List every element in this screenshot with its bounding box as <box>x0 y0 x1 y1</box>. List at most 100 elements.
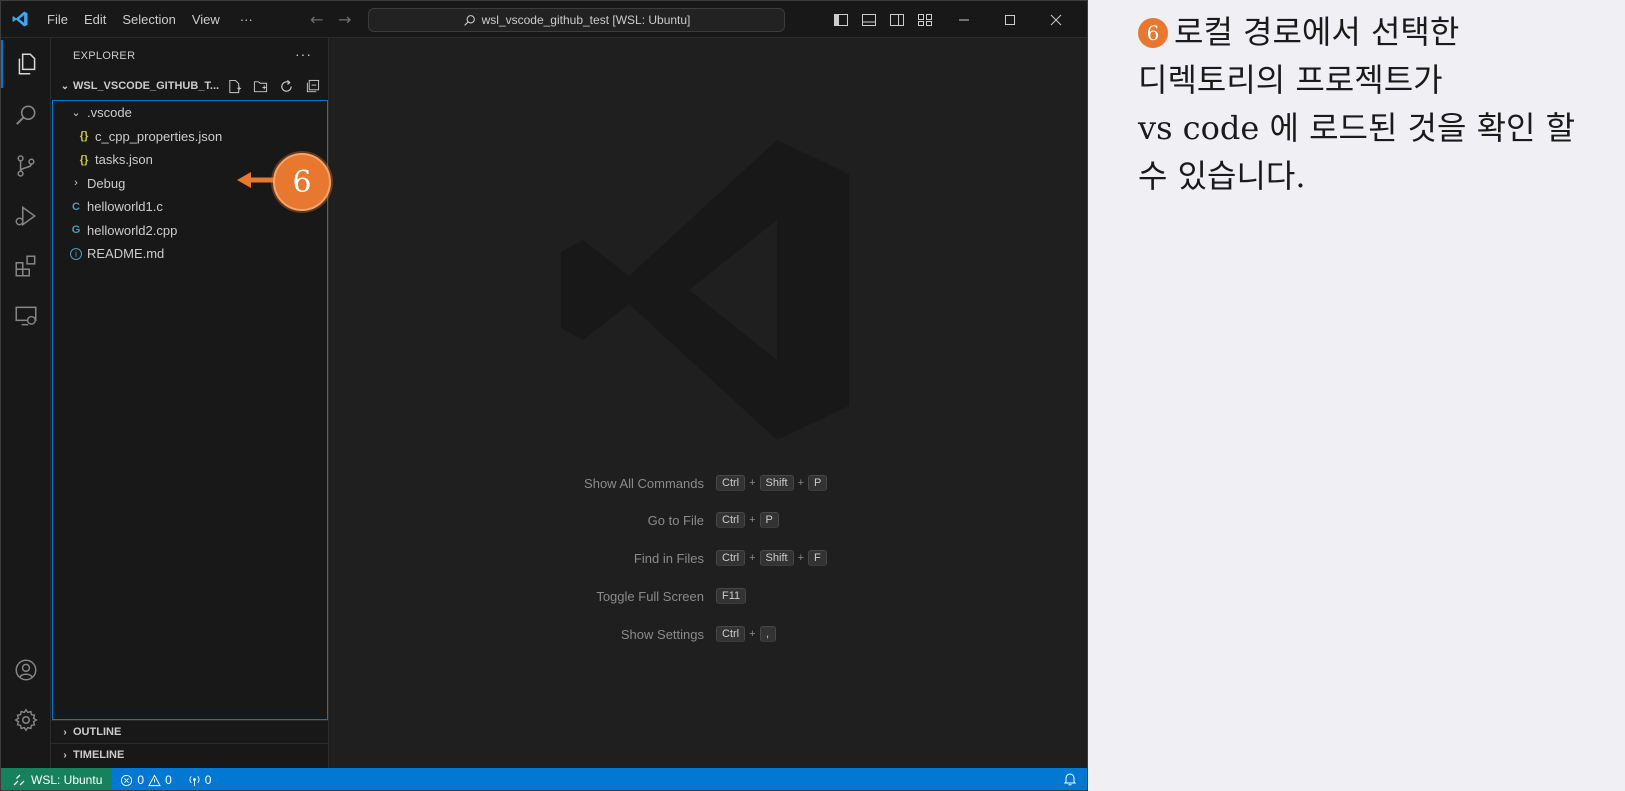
workspace-folder-header[interactable]: ⌄ WSL_VSCODE_GITHUB_T... <box>51 75 328 97</box>
outline-section[interactable]: › OUTLINE <box>51 720 329 743</box>
json-file-icon: {} <box>79 153 89 166</box>
timeline-label: TIMELINE <box>73 749 125 761</box>
explorer-sidebar: EXPLORER ··· ⌄ WSL_VSCODE_GITHUB_T... ⌄ … <box>51 38 329 768</box>
menu-edit[interactable]: Edit <box>76 1 114 38</box>
chevron-right-icon: › <box>74 177 78 190</box>
explorer-more-icon[interactable]: ··· <box>295 46 312 62</box>
explorer-header: EXPLORER ··· <box>51 38 328 73</box>
settings-gear-icon[interactable] <box>1 696 51 744</box>
tree-item-label: c_cpp_properties.json <box>95 128 223 144</box>
remote-icon <box>13 774 25 786</box>
vscode-logo-icon <box>1 1 39 38</box>
key-ctrl: Ctrl <box>716 475 746 491</box>
tree-item-vscode-folder[interactable]: ⌄ .vscode <box>53 101 327 125</box>
key-f11: F11 <box>716 588 747 604</box>
tree-item-c-cpp-properties[interactable]: {} c_cpp_properties.json <box>53 125 327 149</box>
error-count: 0 <box>137 773 145 787</box>
key-f: F <box>808 550 827 566</box>
search-icon <box>463 14 475 26</box>
cpp-file-icon: G <box>71 224 81 237</box>
close-icon[interactable] <box>1033 1 1079 38</box>
minimize-icon[interactable] <box>941 1 987 38</box>
source-control-icon[interactable] <box>1 142 51 190</box>
shortcut-find-in-files: Find in Files Ctrl + Shift + F <box>329 547 1087 569</box>
vscode-watermark-icon <box>561 140 849 440</box>
broadcast-icon <box>189 775 200 786</box>
key-ctrl: Ctrl <box>716 550 746 566</box>
new-file-icon[interactable] <box>224 77 244 95</box>
folder-actions <box>224 77 322 95</box>
remote-indicator[interactable]: WSL: Ubuntu <box>1 768 113 790</box>
toggle-secondary-sidebar-icon[interactable] <box>883 6 911 34</box>
warning-icon <box>148 773 161 786</box>
json-file-icon: {} <box>79 130 89 143</box>
tree-item-label: .vscode <box>87 105 132 121</box>
extensions-icon[interactable] <box>1 242 51 290</box>
menu-view[interactable]: View <box>184 1 228 38</box>
timeline-section[interactable]: › TIMELINE <box>51 743 329 766</box>
tree-item-readme[interactable]: i README.md <box>53 242 327 266</box>
workspace-folder-name: WSL_VSCODE_GITHUB_T... <box>73 80 220 92</box>
step-callout-badge: 6 <box>273 153 331 211</box>
shortcut-toggle-full-screen: Toggle Full Screen F11 <box>329 585 1087 607</box>
chevron-right-icon: › <box>63 749 67 761</box>
remote-explorer-icon[interactable] <box>1 292 51 340</box>
editor-area: Show All Commands Ctrl + Shift + P Go to F… <box>329 38 1087 768</box>
problems-indicator[interactable]: 0 0 <box>112 773 179 787</box>
annotation-line-1: 6 로컬 경로에서 선택한 <box>1138 8 1608 56</box>
command-center[interactable]: wsl_vscode_github_test [WSL: Ubuntu] <box>368 8 785 32</box>
explorer-icon[interactable] <box>1 40 51 88</box>
chevron-down-icon: ⌄ <box>60 80 70 92</box>
error-icon <box>121 774 133 786</box>
tree-item-helloworld2-cpp[interactable]: G helloworld2.cpp <box>53 219 327 243</box>
refresh-icon[interactable] <box>276 77 296 95</box>
tree-item-label: helloworld1.c <box>87 199 163 215</box>
outline-label: OUTLINE <box>73 726 122 738</box>
window-controls <box>941 1 1079 38</box>
menu-selection[interactable]: Selection <box>114 1 183 38</box>
ports-indicator[interactable]: 0 <box>180 773 220 787</box>
accounts-icon[interactable] <box>1 646 51 694</box>
tree-item-label: tasks.json <box>95 152 153 168</box>
shortcut-show-settings: Show Settings Ctrl + , <box>329 623 1087 645</box>
toggle-primary-sidebar-icon[interactable] <box>827 6 855 34</box>
bell-icon[interactable] <box>1063 772 1077 789</box>
forward-arrow-icon[interactable]: → <box>338 10 351 29</box>
key-p: P <box>808 475 828 491</box>
menu-more[interactable]: ··· <box>232 1 261 38</box>
activity-bar <box>1 38 51 768</box>
chevron-down-icon: ⌄ <box>71 107 81 120</box>
layout-controls <box>827 1 939 38</box>
key-ctrl: Ctrl <box>716 626 746 642</box>
status-bar: WSL: Ubuntu 0 0 0 <box>1 768 1087 790</box>
search-icon[interactable] <box>1 92 51 140</box>
command-center-text: wsl_vscode_github_test [WSL: Ubuntu] <box>481 13 691 27</box>
maximize-icon[interactable] <box>987 1 1033 38</box>
key-comma: , <box>759 626 776 642</box>
remote-label: WSL: Ubuntu <box>31 773 103 787</box>
customize-layout-icon[interactable] <box>911 6 939 34</box>
key-p: P <box>759 512 779 528</box>
key-shift: Shift <box>759 475 794 491</box>
explorer-title: EXPLORER <box>73 49 136 62</box>
key-shift: Shift <box>759 550 794 566</box>
step-badge: 6 <box>1138 18 1168 48</box>
annotation-line-3: vs code 에 로드된 것을 확인 할 <box>1138 109 1576 147</box>
new-folder-icon[interactable] <box>250 77 270 95</box>
ports-count: 0 <box>204 773 212 787</box>
title-bar: File Edit Selection View ··· ← → wsl_vsc… <box>1 1 1087 38</box>
key-ctrl: Ctrl <box>716 512 746 528</box>
menu-file[interactable]: File <box>39 1 76 38</box>
tree-item-label: helloworld2.cpp <box>87 222 178 238</box>
run-debug-icon[interactable] <box>1 192 51 240</box>
chevron-right-icon: › <box>63 726 67 738</box>
info-icon: i <box>67 247 85 260</box>
back-arrow-icon[interactable]: ← <box>310 10 323 29</box>
vscode-window: File Edit Selection View ··· ← → wsl_vsc… <box>0 0 1088 791</box>
toggle-panel-icon[interactable] <box>855 6 883 34</box>
warning-count: 0 <box>165 773 172 787</box>
annotation-line-2: 디렉토리의 프로젝트가 <box>1138 61 1443 99</box>
annotation-line-4: 수 있습니다. <box>1138 157 1306 195</box>
collapse-all-icon[interactable] <box>302 77 322 95</box>
c-file-icon: C <box>72 200 80 213</box>
